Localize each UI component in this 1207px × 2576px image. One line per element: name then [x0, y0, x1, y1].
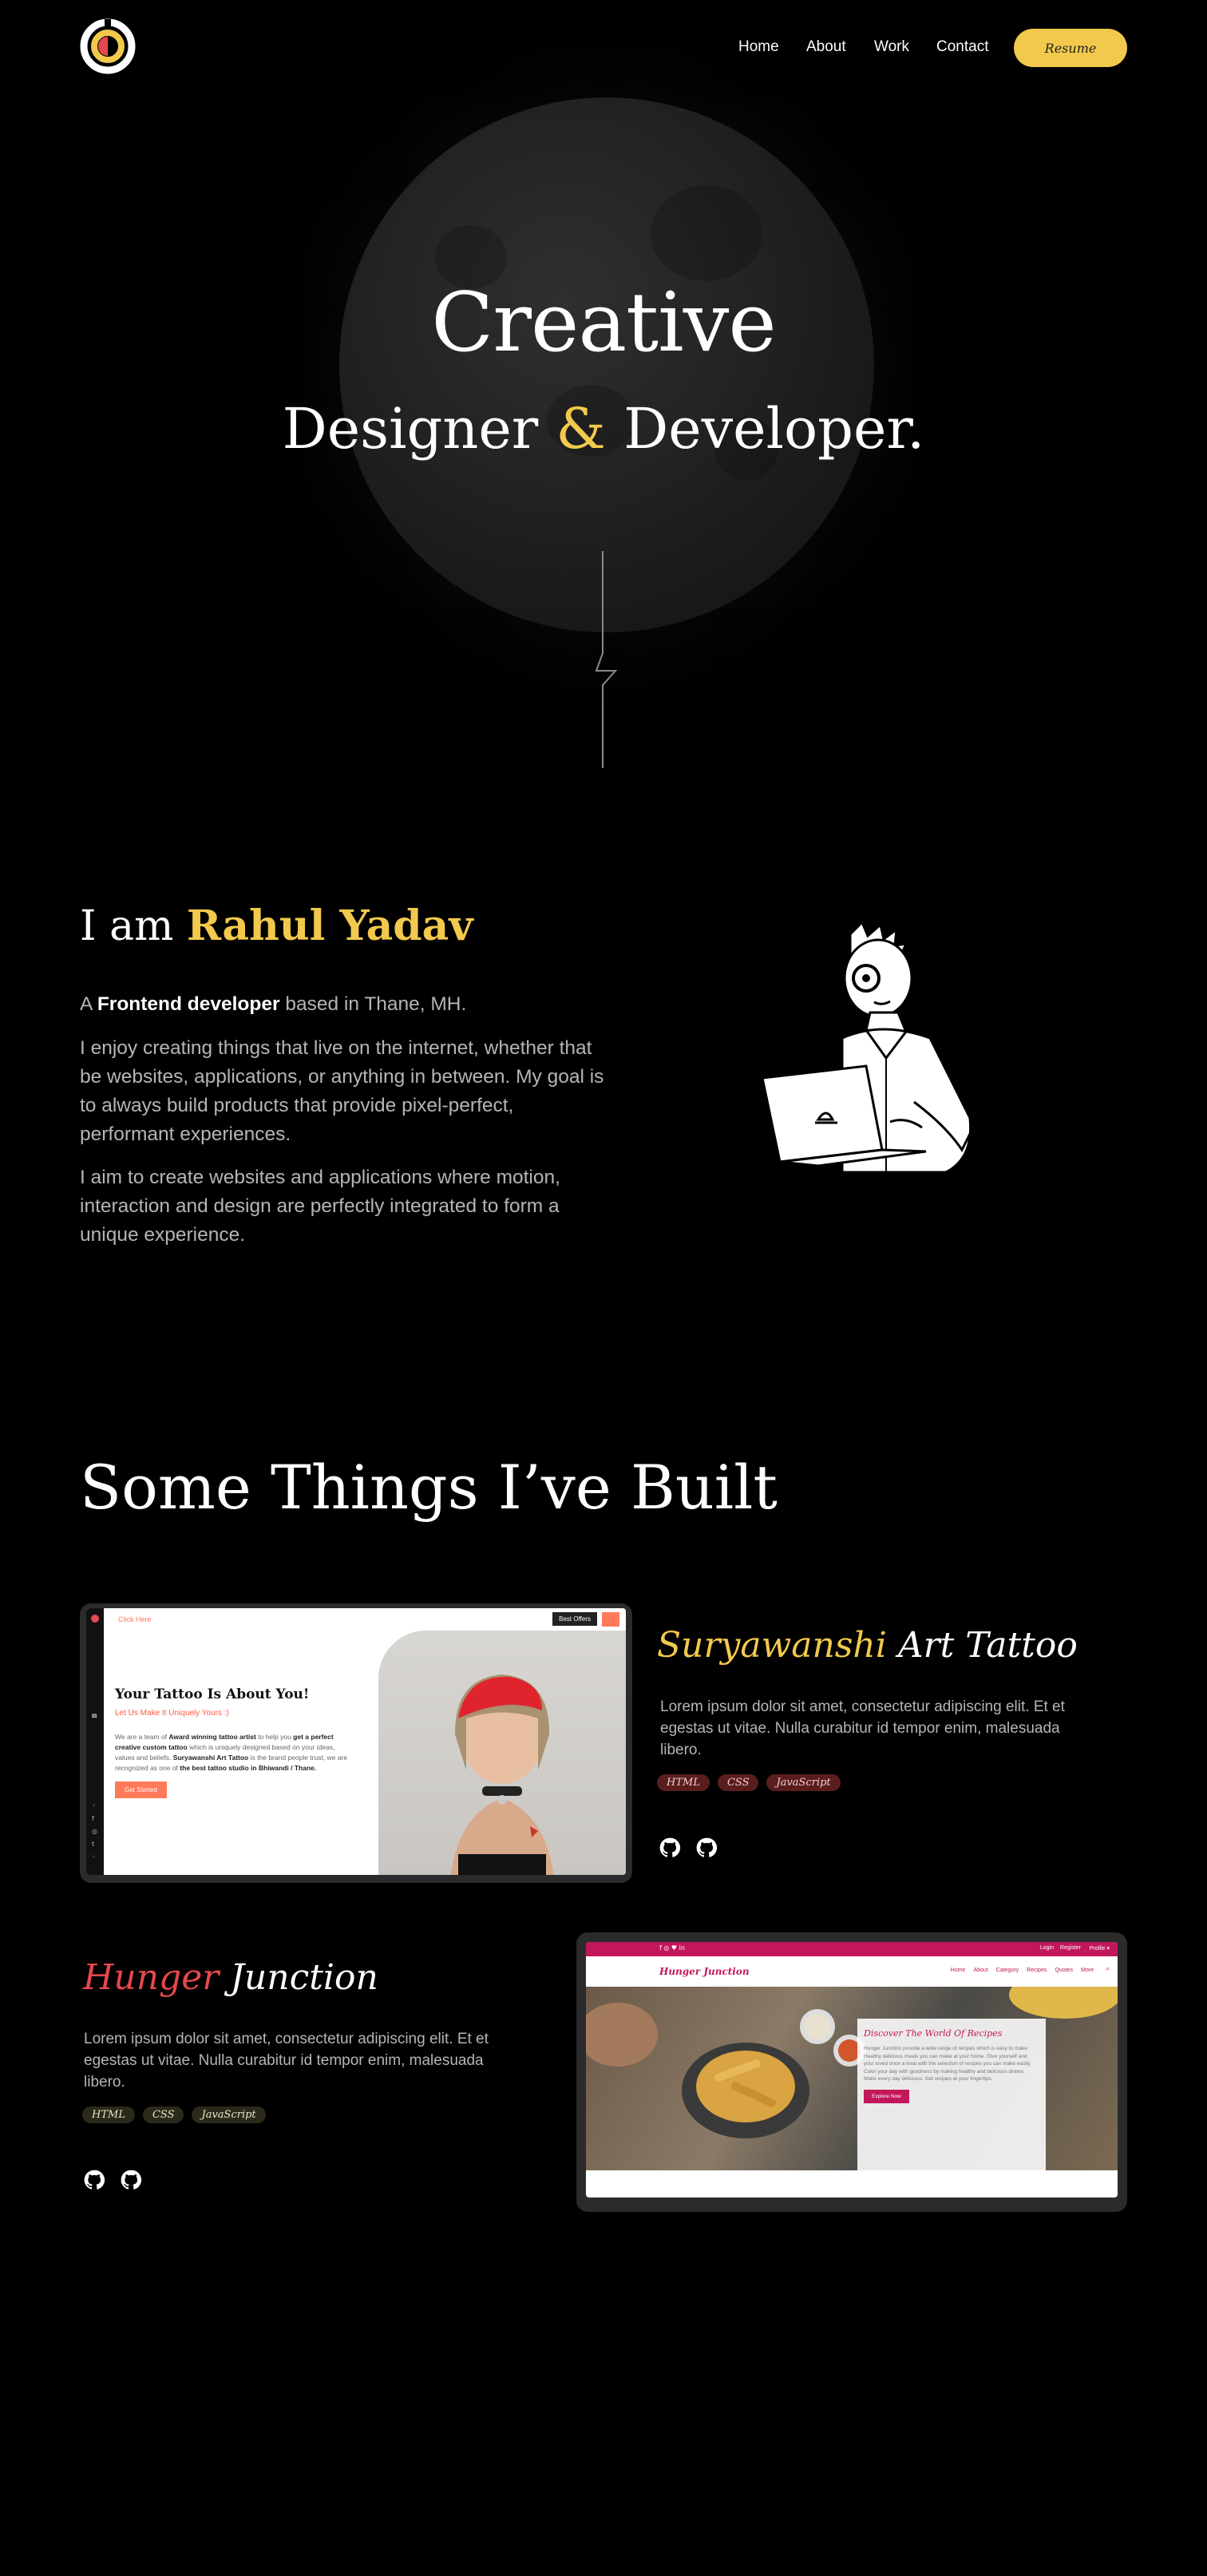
hunger-brand[interactable]: Hunger Junction: [659, 1966, 750, 1977]
hero-subtitle-developer: Developer.: [623, 396, 925, 462]
about-heading-prefix: I am: [80, 902, 174, 950]
hunger-menu-category[interactable]: Category: [996, 1968, 1019, 1973]
developer-illustration: [761, 920, 972, 1174]
tattoo-content: Your Tattoo Is About You! Let Us Make It…: [115, 1686, 354, 1798]
hunger-menu-more[interactable]: More: [1081, 1968, 1094, 1973]
tattoo-subheading: Let Us Make It Uniquely Yours :): [115, 1709, 229, 1718]
nav-home-link[interactable]: Home: [738, 38, 779, 56]
tattoo-get-started-button[interactable]: Get Started: [115, 1781, 167, 1798]
about-paragraph-1: I enjoy creating things that live on the…: [80, 1037, 604, 1145]
tattoo-model-image: [450, 1674, 554, 1875]
tag-javascript: JavaScript: [766, 1774, 841, 1791]
tattoo-social-icons[interactable]: ◦ f ◎ t ◦: [92, 1800, 97, 1864]
tag-html: HTML: [657, 1774, 710, 1791]
tag-css: CSS: [717, 1774, 759, 1791]
github-icon[interactable]: [695, 1837, 718, 1859]
hunger-menu: Home About Category Recipes Quotes More: [951, 1968, 1094, 1973]
tattoo-offers-button[interactable]: Best Offers: [552, 1612, 597, 1626]
project-title-tattoo[interactable]: Suryawanshi Art Tattoo: [657, 1618, 1078, 1674]
hunger-navbar: Hunger Junction Home About Category Reci…: [586, 1956, 1118, 1987]
tattoo-heading: Your Tattoo Is About You!: [115, 1686, 310, 1702]
hero-subtitle: Designer & Developer.: [0, 393, 1207, 465]
tattoo-topbar: Click Here For Free Consultation Best Of…: [86, 1608, 626, 1631]
tattoo-hamburger-icon[interactable]: ≡: [91, 1712, 97, 1721]
about-role: Frontend developer: [97, 993, 280, 1015]
hunger-login-link[interactable]: Login: [1040, 1945, 1054, 1951]
tag-html: HTML: [82, 2106, 135, 2123]
hunger-menu-quotes[interactable]: Quotes: [1055, 1968, 1073, 1973]
hunger-card-title: Discover The World Of Recipes: [864, 2028, 1003, 2039]
hero-subtitle-designer: Designer: [282, 396, 539, 462]
hunger-hero: Discover The World Of Recipes Hunger Jun…: [586, 1987, 1118, 2170]
hunger-explore-button[interactable]: Explore Now: [864, 2089, 909, 2103]
about-heading: I am Rahul Yadav: [80, 893, 473, 960]
about-location: based in Thane, MH.: [285, 993, 467, 1015]
hunger-menu-about[interactable]: About: [973, 1968, 987, 1973]
project-tags-tattoo: HTML CSS JavaScript: [657, 1774, 841, 1791]
github-icon[interactable]: [120, 2169, 142, 2191]
logo-icon[interactable]: [80, 14, 136, 78]
project-title-hunger-accent: Hunger: [83, 1957, 220, 1998]
tattoo-screen: Click Here For Free Consultation Best Of…: [86, 1608, 626, 1875]
resume-button[interactable]: Resume: [1014, 29, 1127, 67]
hero-subtitle-ampersand: &: [556, 396, 606, 462]
nav-work-link[interactable]: Work: [874, 38, 909, 56]
hunger-topbar: f ◎ ♥ in Login Register Profile ▾: [586, 1942, 1118, 1956]
about-name: Rahul Yadav: [186, 902, 473, 950]
github-icon[interactable]: [659, 1837, 681, 1859]
about-intro: A Frontend developer based in Thane, MH.: [80, 990, 607, 1019]
hunger-screen: f ◎ ♥ in Login Register Profile ▾ Hunger…: [586, 1942, 1118, 2198]
tattoo-logo-icon: [91, 1615, 99, 1623]
tag-javascript: JavaScript: [192, 2106, 266, 2123]
hunger-menu-recipes[interactable]: Recipes: [1027, 1968, 1047, 1973]
project-description-tattoo: Lorem ipsum dolor sit amet, consectetur …: [660, 1698, 1065, 1758]
tattoo-menu-icon[interactable]: [602, 1612, 619, 1627]
about-intro-prefix: A: [80, 993, 92, 1015]
github-icon[interactable]: [83, 2169, 105, 2191]
projects-heading: Some Things I’ve Built: [80, 1452, 778, 1523]
hunger-menu-home[interactable]: Home: [951, 1968, 966, 1973]
nav-contact-link[interactable]: Contact: [936, 38, 988, 56]
tattoo-social-sidebar: ≡ ◦ f ◎ t ◦: [86, 1608, 104, 1875]
hunger-register-link[interactable]: Register: [1060, 1945, 1081, 1951]
hunger-card-text: Hunger Junction provide a wide range of …: [864, 2046, 1031, 2082]
hunger-search-icon[interactable]: ⌕: [1106, 1965, 1110, 1973]
project-preview-hunger[interactable]: f ◎ ♥ in Login Register Profile ▾ Hunger…: [576, 1932, 1127, 2212]
tattoo-click-here-link[interactable]: Click Here: [118, 1615, 152, 1623]
hero-title: Creative: [431, 275, 777, 371]
nav-about-link[interactable]: About: [806, 38, 846, 56]
project-description-hunger: Lorem ipsum dolor sit amet, consectetur …: [84, 2031, 489, 2091]
scroll-indicator-icon: [595, 551, 618, 768]
project-preview-tattoo[interactable]: Click Here For Free Consultation Best Of…: [80, 1603, 632, 1883]
hunger-social-icons[interactable]: f ◎ ♥ in: [659, 1944, 685, 1952]
tattoo-top-text: For Free Consultation: [153, 1615, 224, 1623]
tattoo-model-photo: [378, 1631, 626, 1875]
project-title-tattoo-accent: Suryawanshi: [657, 1625, 887, 1666]
tattoo-body: We are a team of Award winning tattoo ar…: [115, 1733, 348, 1772]
hunger-hero-card: Discover The World Of Recipes Hunger Jun…: [857, 2019, 1046, 2170]
tag-css: CSS: [142, 2106, 184, 2123]
about-paragraph-2: I aim to create websites and application…: [80, 1167, 560, 1246]
hunger-profile-link[interactable]: Profile ▾: [1090, 1945, 1110, 1952]
project-title-hunger-rest: Junction: [230, 1957, 378, 1998]
project-tags-hunger: HTML CSS JavaScript: [82, 2106, 266, 2123]
project-title-tattoo-rest: Art Tattoo: [897, 1625, 1078, 1666]
project-title-hunger[interactable]: Hunger Junction: [83, 1950, 378, 2006]
